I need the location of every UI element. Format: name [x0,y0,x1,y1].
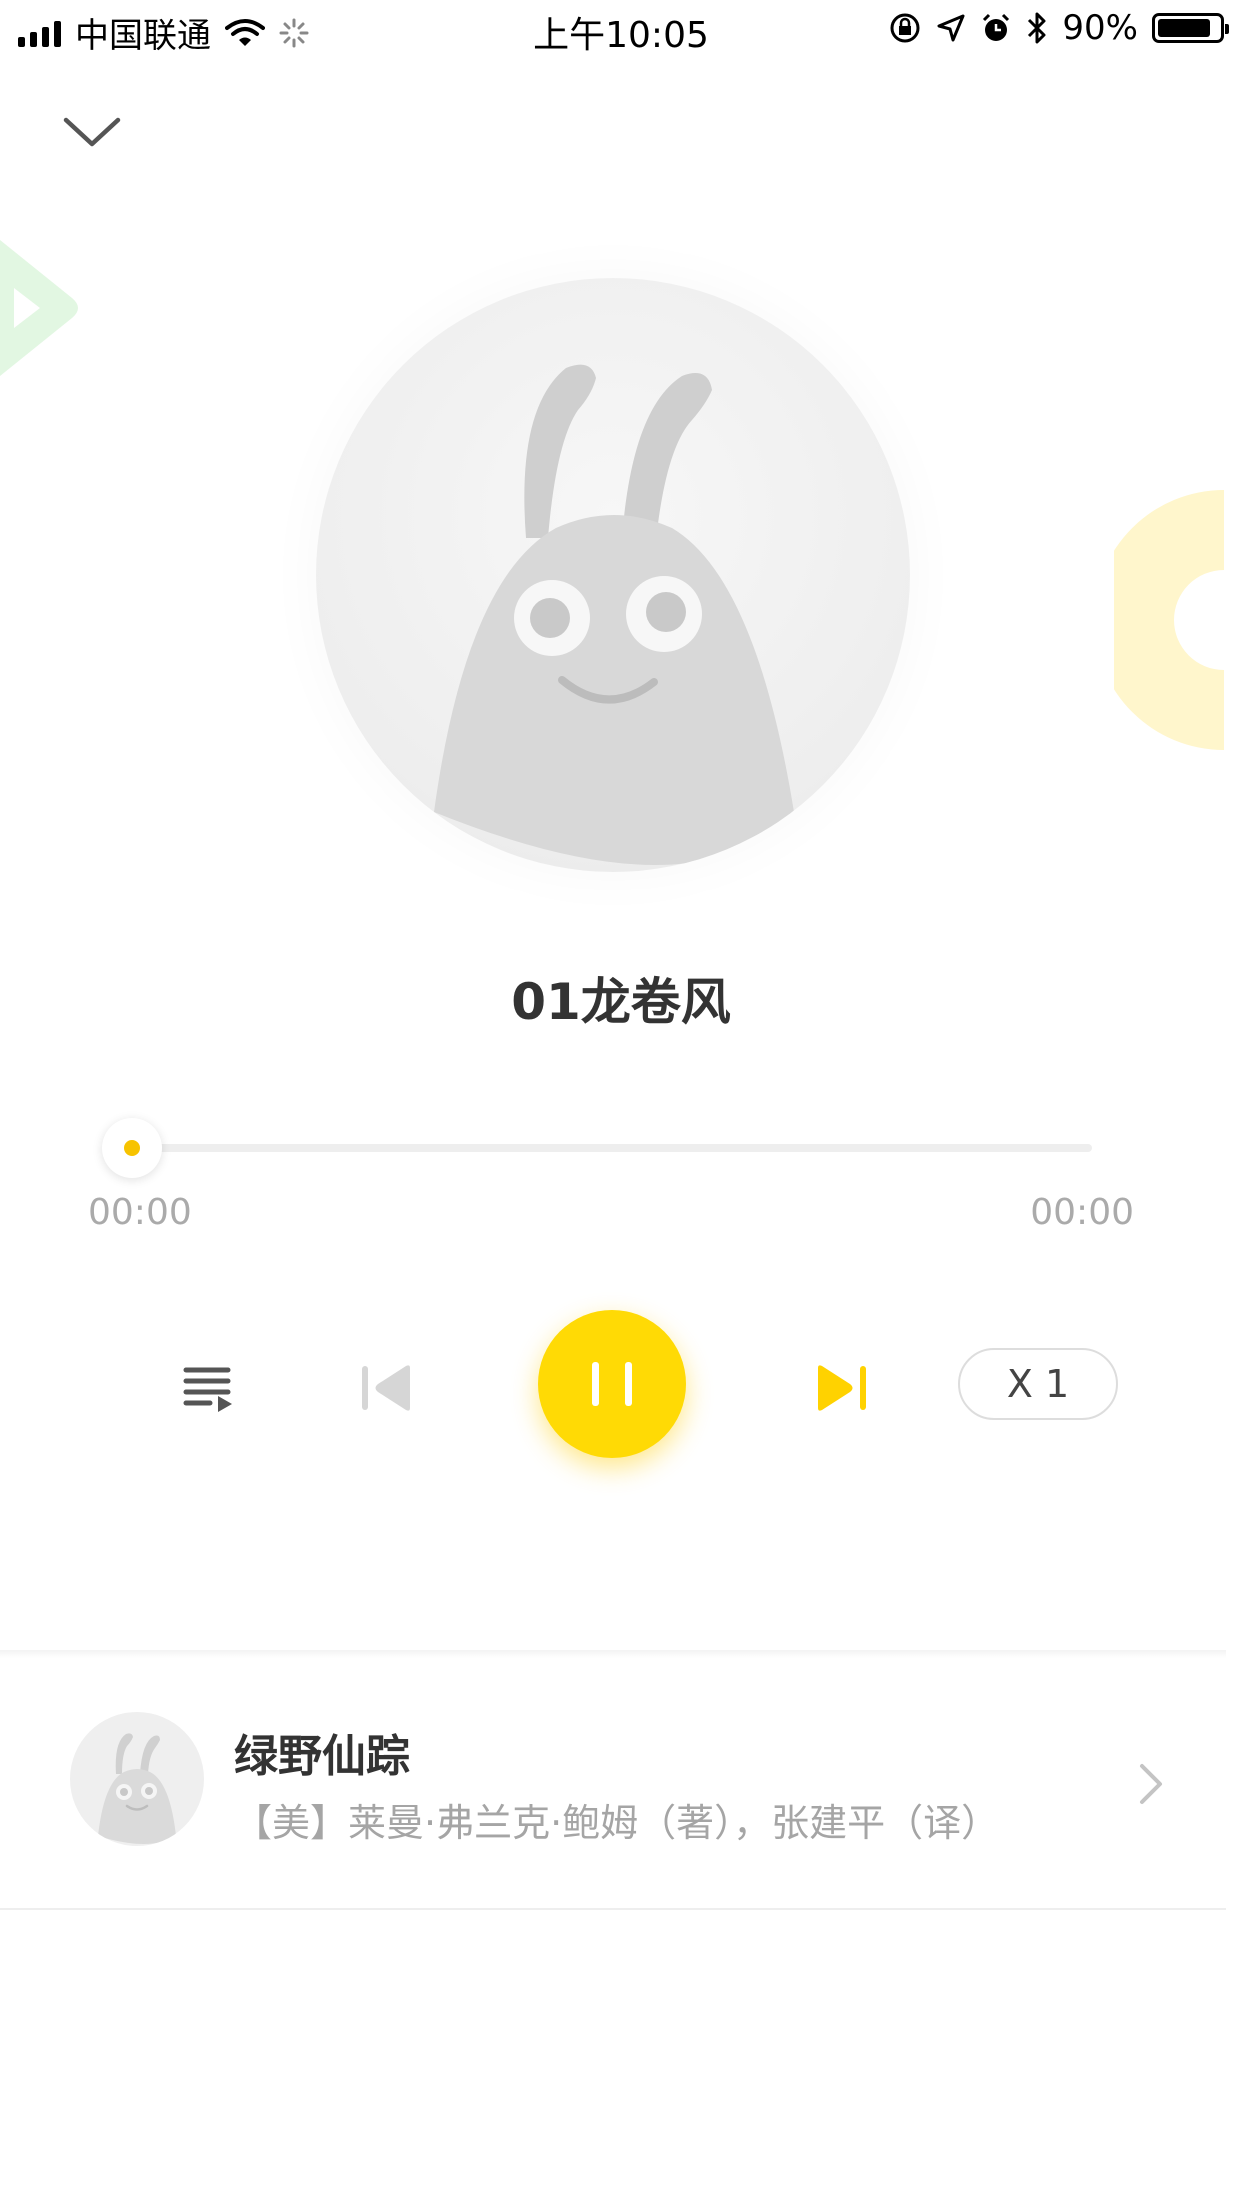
section-divider-bottom [0,1908,1226,1910]
book-title: 绿野仙踪 [234,1731,410,1782]
next-icon[interactable] [812,1358,872,1418]
status-bar: 中国联通 上午10:05 90% [0,0,1242,62]
orientation-lock-icon [890,13,920,43]
rabbit-mascot-icon [434,364,794,865]
alarm-icon [983,13,1010,41]
book-author: 【美】莱曼·弗兰克·鲍姆（著），张建平（译） [234,1801,1000,1845]
pause-icon [592,1362,632,1406]
rabbit-thumbnail-icon [98,1733,176,1844]
section-divider [0,1650,1226,1658]
bluetooth-icon [1028,12,1046,44]
current-time: 00:00 [88,1192,192,1233]
previous-icon[interactable] [356,1358,416,1418]
battery-fill [1158,19,1210,37]
battery-icon [1152,13,1229,43]
decorative-green-play-shape [0,240,78,376]
book-cover-avatar [70,1712,204,1846]
track-title: 01龙卷风 [511,973,731,1031]
book-info-row[interactable]: 绿野仙踪 【美】莱曼·弗兰克·鲍姆（著），张建平（译） [0,1658,1226,1908]
progress-bar[interactable] [132,1144,1092,1152]
progress-knob[interactable] [102,1118,162,1178]
location-icon [937,14,965,42]
decorative-yellow-ring-shape [1114,490,1224,750]
total-time: 00:00 [1030,1192,1134,1233]
chevron-right-icon[interactable] [1136,1762,1166,1806]
speed-button[interactable]: X 1 [958,1348,1118,1420]
battery-percent: 90% [1062,8,1138,48]
pause-button[interactable] [538,1310,686,1458]
chevron-down-icon[interactable] [56,104,128,160]
playlist-icon[interactable] [180,1360,236,1416]
status-bar-right: 90% [888,8,1229,48]
album-cover [316,278,910,872]
